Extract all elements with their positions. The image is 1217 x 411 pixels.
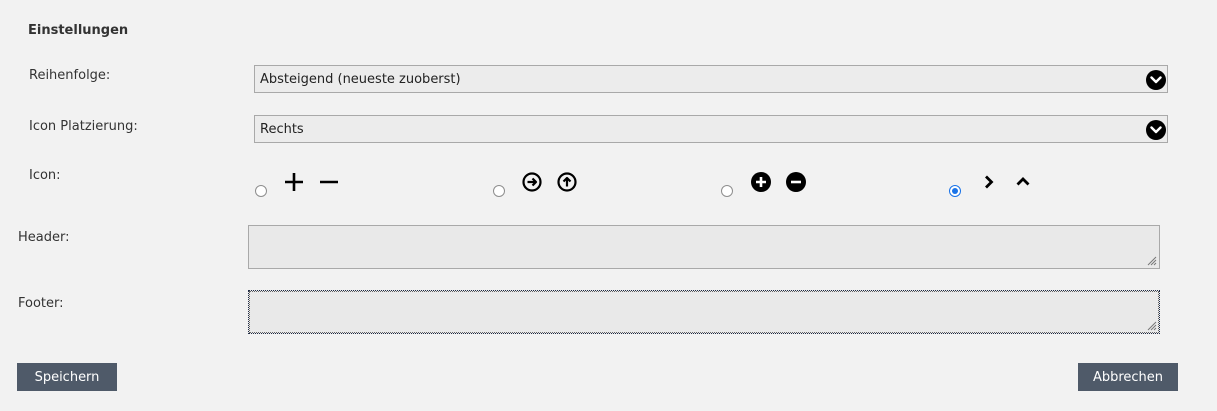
circle-arrow-right-icon (522, 172, 542, 192)
chevron-right-icon (980, 173, 998, 191)
icon-placement-select[interactable]: Rechts (254, 115, 1168, 143)
chevron-down-icon (1146, 70, 1166, 90)
plus-icon (284, 172, 304, 192)
circle-minus-icon (786, 172, 806, 192)
header-label: Header: (18, 230, 70, 245)
icon-option-radio-1[interactable] (255, 185, 267, 197)
cancel-button[interactable]: Abbrechen (1078, 363, 1178, 391)
order-label: Reihenfolge: (29, 68, 111, 83)
save-button[interactable]: Speichern (17, 363, 117, 391)
resize-grip-icon[interactable] (1145, 254, 1157, 266)
icon-option-radio-3[interactable] (721, 185, 733, 197)
order-select-value: Absteigend (neueste zuoberst) (260, 71, 461, 87)
resize-grip-icon[interactable] (1145, 319, 1157, 331)
chevron-down-icon (1146, 120, 1166, 140)
minus-icon (319, 172, 339, 192)
icon-placement-label: Icon Platzierung: (29, 119, 138, 134)
circle-plus-icon (751, 172, 771, 192)
section-title: Einstellungen (28, 23, 129, 38)
icon-option-radio-4[interactable] (949, 185, 961, 197)
icon-option-radio-2[interactable] (493, 185, 505, 197)
header-textarea[interactable] (248, 225, 1160, 269)
icon-label: Icon: (29, 168, 61, 183)
chevron-up-icon (1014, 173, 1032, 191)
footer-label: Footer: (18, 296, 64, 311)
order-select[interactable]: Absteigend (neueste zuoberst) (254, 65, 1168, 93)
circle-arrow-up-icon (557, 172, 577, 192)
icon-placement-select-value: Rechts (260, 121, 304, 137)
footer-textarea[interactable] (248, 290, 1160, 334)
